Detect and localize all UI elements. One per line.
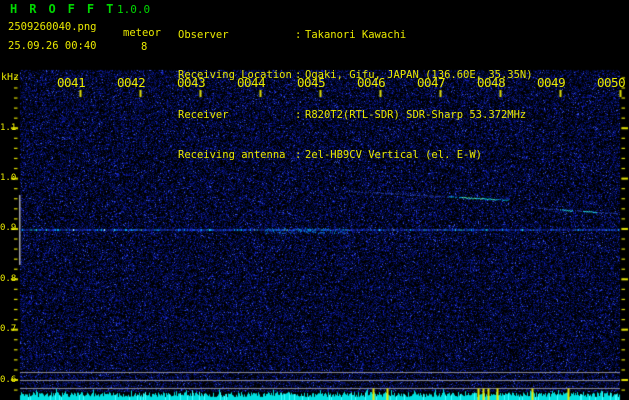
output-filename: 2509260040.png — [8, 21, 97, 33]
freq-tick-label: 1.1 — [0, 122, 17, 133]
time-tick-label: 0047 — [417, 75, 446, 90]
detection-count: 8 — [141, 41, 148, 53]
hrofft-window: HROFFT 1.0.0 2509260040.png meteor 25.09… — [0, 0, 629, 400]
info-row-antenna: Receiving antenna:2el-HB9CV Vertical (el… — [178, 149, 533, 162]
freq-tick-label: 1.0 — [0, 173, 17, 184]
time-tick-label: 0043 — [177, 75, 206, 90]
station-info-block: Observer: Takanori Kawachi Receiving Loca… — [178, 2, 533, 190]
observation-mode: meteor — [123, 27, 161, 39]
time-tick-label: 0044 — [237, 75, 266, 90]
time-tick-label: 0048 — [477, 75, 506, 90]
y-axis-unit-label: kHz — [1, 72, 20, 83]
info-label: Receiver — [178, 109, 229, 122]
info-label: Receiving antenna — [178, 149, 286, 162]
observation-datetime: 25.09.26 00:40 — [8, 40, 97, 52]
time-tick-label: 0046 — [357, 75, 386, 90]
info-label: Observer — [178, 28, 229, 41]
freq-tick-label: 0.7 — [0, 324, 17, 335]
time-tick-label: 0041 — [57, 75, 86, 90]
info-separator: : — [295, 149, 302, 162]
info-separator: : — [295, 109, 302, 122]
time-tick-label: 0050 — [597, 75, 626, 90]
freq-tick-label: 0.6 — [0, 374, 17, 385]
freq-tick-label: 0.8 — [0, 273, 17, 284]
app-title: HROFFT — [10, 2, 126, 16]
time-tick-label: 0049 — [537, 75, 566, 90]
info-row-observer: Observer: Takanori Kawachi — [178, 29, 533, 42]
time-tick-label: 0042 — [117, 75, 146, 90]
info-value: 2el-HB9CV Vertical (el. E-W) — [305, 149, 483, 162]
info-value: R820T2(RTL-SDR) SDR-Sharp 53.372MHz — [305, 109, 527, 122]
freq-tick-label: 0.9 — [0, 223, 17, 234]
info-row-receiver: Receiver: R820T2(RTL-SDR) SDR-Sharp 53.37… — [178, 109, 533, 122]
info-separator: : — [295, 28, 302, 41]
time-tick-label: 0045 — [297, 75, 326, 90]
app-version: 1.0.0 — [117, 3, 151, 16]
info-value: Takanori Kawachi — [305, 28, 407, 41]
